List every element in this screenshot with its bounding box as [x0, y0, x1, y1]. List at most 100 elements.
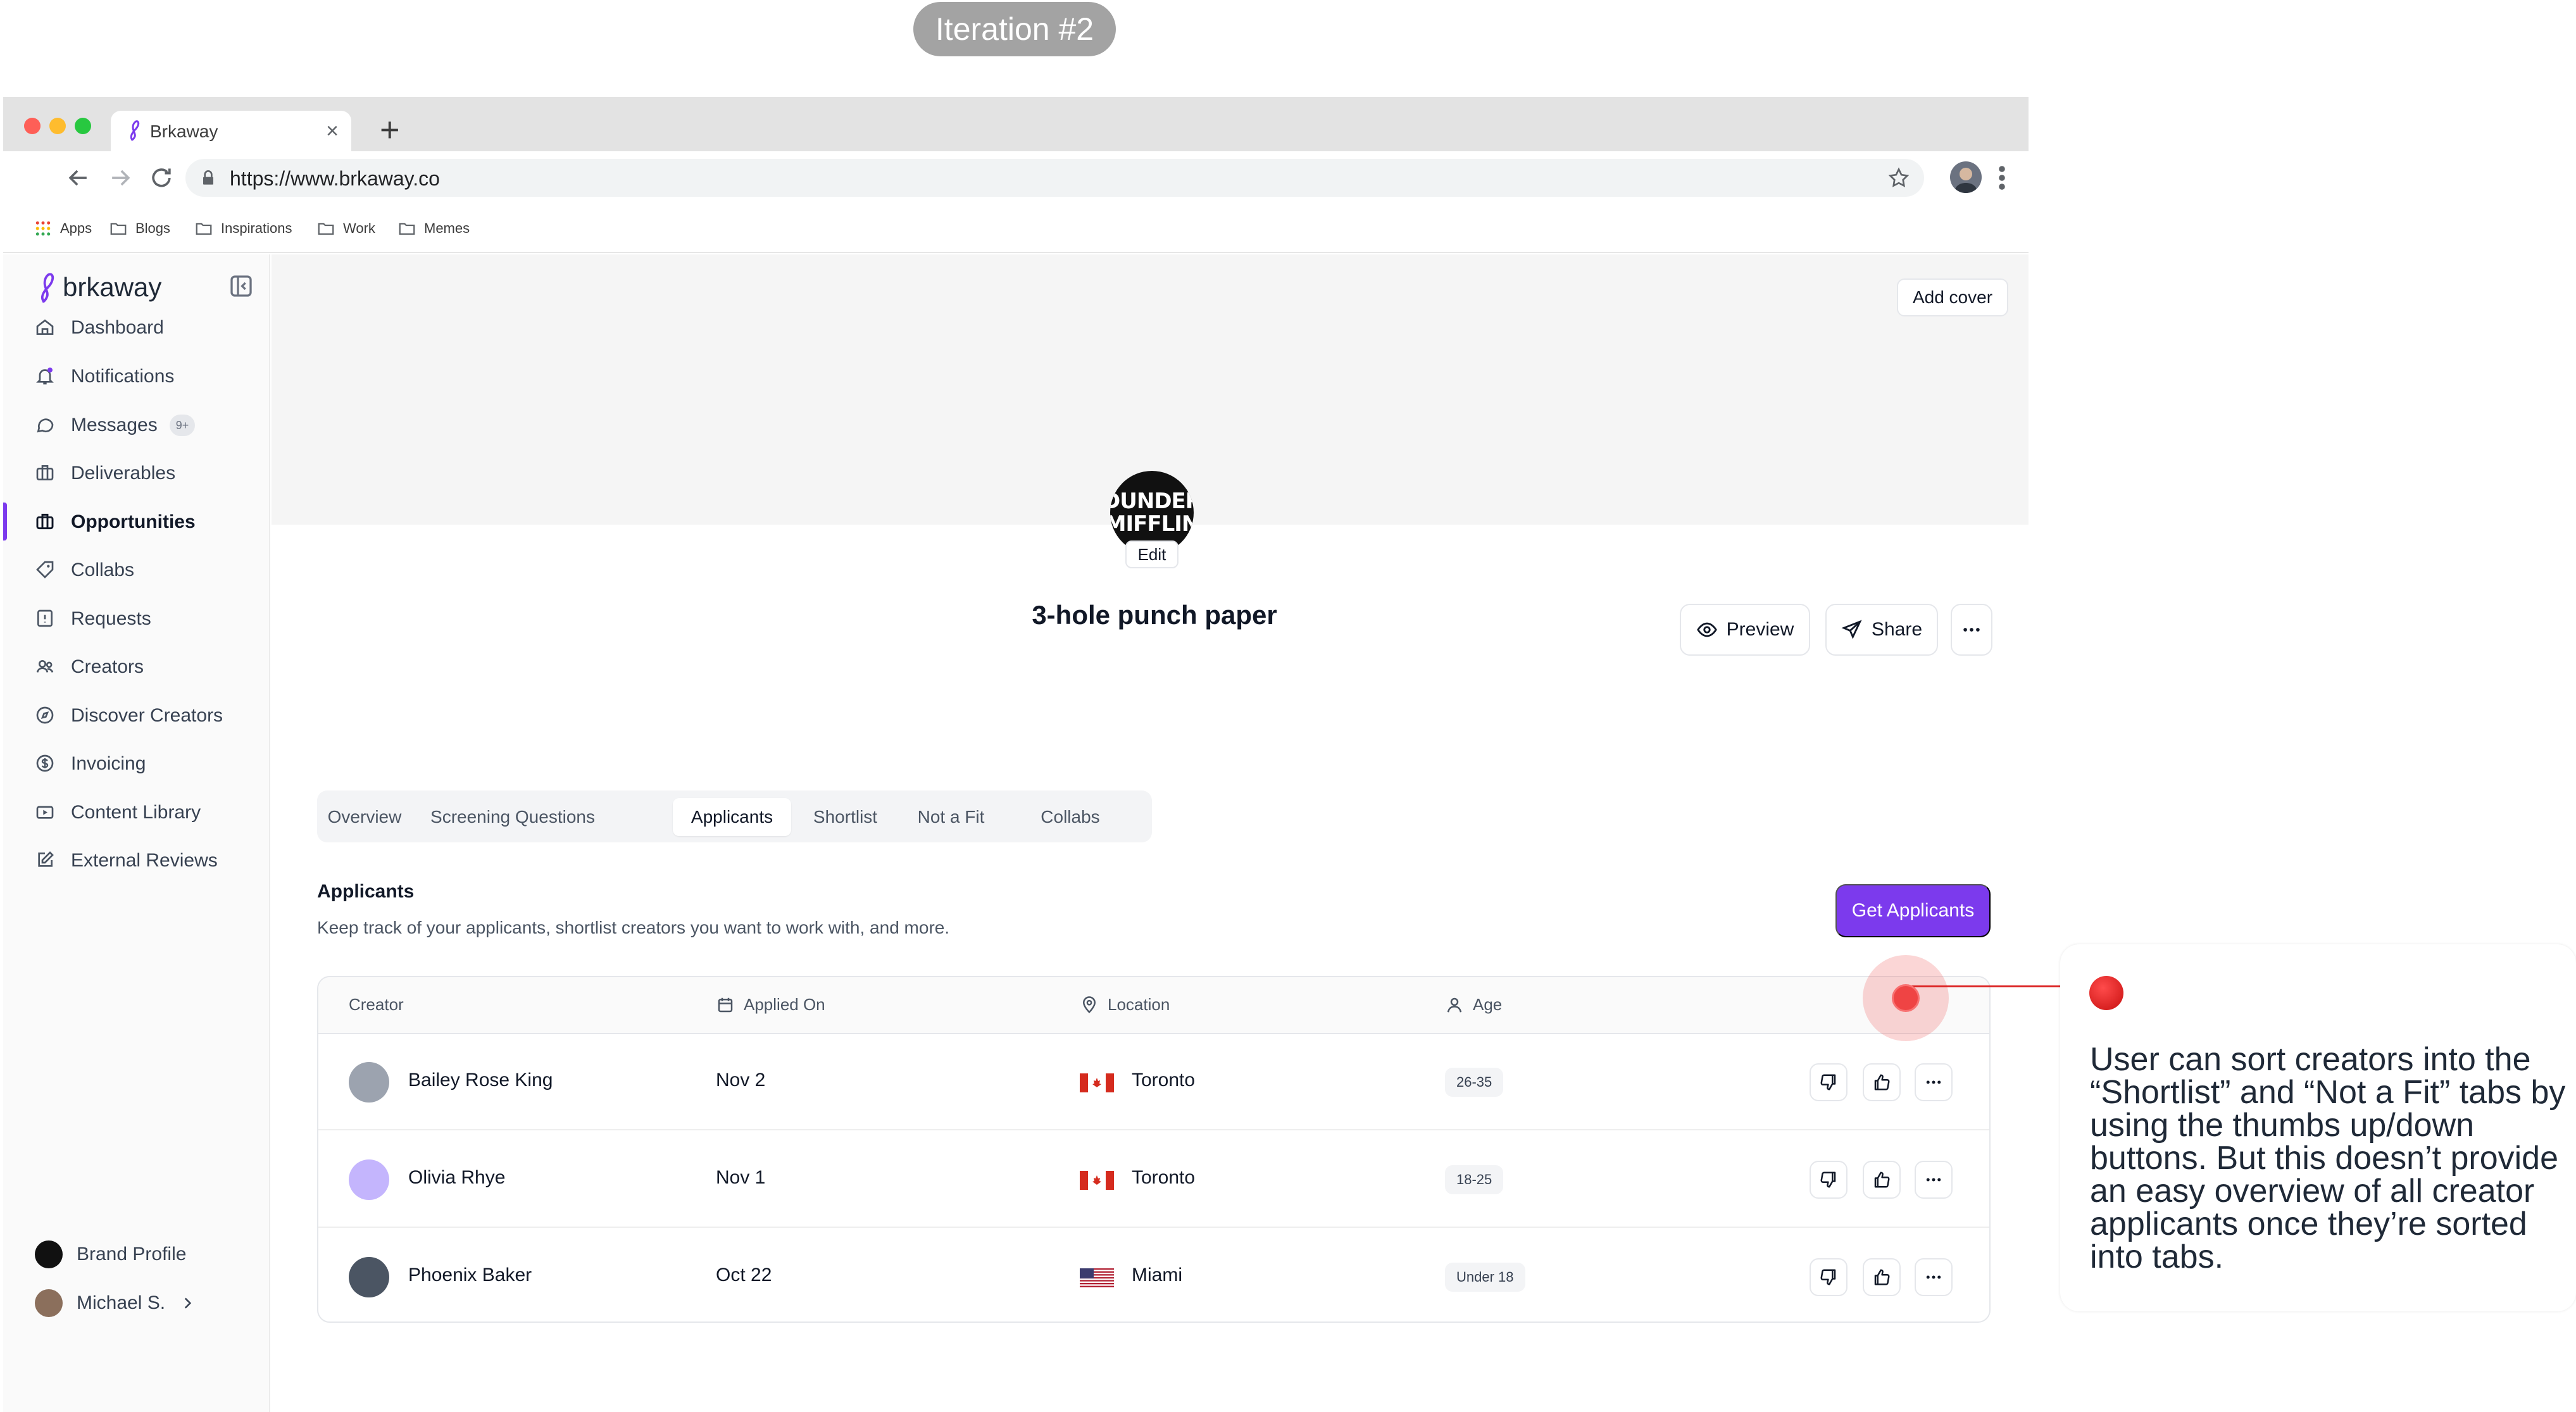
sidebar-item-deliverables[interactable]: Deliverables — [3, 454, 270, 492]
get-applicants-button[interactable]: Get Applicants — [1835, 884, 1991, 937]
forward-icon[interactable] — [106, 164, 134, 192]
address-bar[interactable]: https://www.brkaway.co — [185, 159, 1924, 197]
compass-icon — [36, 706, 54, 724]
thumbs-up-icon — [1874, 1269, 1890, 1285]
thumbs-up-icon — [1874, 1074, 1890, 1090]
tab-collabs[interactable]: Collabs — [1026, 798, 1115, 836]
canada-flag-icon — [1080, 1171, 1114, 1190]
brand-logo[interactable]: brkaway — [36, 271, 161, 304]
maximize-window-button[interactable] — [75, 118, 91, 134]
age-badge: Under 18 — [1445, 1263, 1525, 1292]
preview-button[interactable]: Preview — [1680, 604, 1810, 656]
sidebar-item-creators[interactable]: Creators — [3, 647, 270, 685]
thumbs-down-button[interactable] — [1810, 1258, 1848, 1296]
location: Toronto — [1132, 1167, 1196, 1188]
briefcase-icon — [36, 465, 54, 480]
bookmark-inspirations[interactable]: Inspirations — [194, 217, 292, 240]
users-icon — [36, 660, 54, 673]
tab-shortlist[interactable]: Shortlist — [803, 798, 888, 836]
more-horizontal-icon — [1963, 628, 1980, 632]
calendar-icon — [718, 997, 733, 1012]
browser-toolbar: https://www.brkaway.co — [3, 151, 2029, 204]
share-label: Share — [1871, 619, 1923, 640]
tab-screening-questions[interactable]: Screening Questions — [415, 798, 611, 836]
creator-name: Olivia Rhye — [408, 1167, 506, 1188]
table-row[interactable]: Olivia Rhye Nov 1 Toronto 18-25 — [318, 1132, 1989, 1228]
tab-close-icon[interactable]: × — [326, 118, 339, 144]
user-menu[interactable]: Michael S. — [35, 1289, 196, 1317]
browser-titlebar: Brkaway × + — [3, 97, 2029, 151]
row-more-button[interactable] — [1915, 1063, 1953, 1101]
minimize-window-button[interactable] — [49, 118, 66, 134]
column-label: Creator — [349, 995, 404, 1014]
tab-applicants[interactable]: Applicants — [673, 798, 791, 836]
tab-overview[interactable]: Overview — [326, 798, 403, 836]
sidebar-item-dashboard[interactable]: Dashboard — [3, 308, 270, 346]
brand-profile-link[interactable]: Brand Profile — [35, 1240, 186, 1268]
sidebar-item-requests[interactable]: Requests — [3, 599, 270, 637]
browser-profile-avatar[interactable] — [1950, 161, 1982, 193]
sidebar-item-external-reviews[interactable]: External Reviews — [3, 841, 270, 879]
row-more-button[interactable] — [1915, 1258, 1953, 1296]
opportunity-title: 3-hole punch paper — [1032, 600, 1277, 630]
thumbs-up-button[interactable] — [1863, 1161, 1901, 1199]
dollar-icon — [36, 754, 54, 772]
column-location: Location — [1080, 995, 1170, 1015]
column-label: Applied On — [744, 995, 825, 1014]
edit-logo-button[interactable]: Edit — [1125, 540, 1179, 568]
close-window-button[interactable] — [24, 118, 41, 134]
message-icon — [37, 418, 54, 433]
browser-tab[interactable]: Brkaway × — [111, 111, 351, 151]
back-icon[interactable] — [65, 164, 92, 192]
browser-menu-icon[interactable] — [1994, 163, 2010, 193]
bookmark-apps[interactable]: Apps — [34, 217, 92, 240]
table-row[interactable]: Bailey Rose King Nov 2 Toronto 26-35 — [318, 1034, 1989, 1130]
creator-name: Phoenix Baker — [408, 1265, 532, 1285]
avatar — [349, 1257, 389, 1297]
bookmark-memes[interactable]: Memes — [397, 217, 470, 240]
sidebar-item-label: Discover Creators — [71, 705, 223, 726]
eye-icon — [1696, 622, 1717, 637]
column-creator: Creator — [349, 995, 404, 1015]
thumbs-up-button[interactable] — [1863, 1258, 1901, 1296]
sidebar-item-messages[interactable]: Messages 9+ — [3, 406, 270, 444]
sidebar-item-collabs[interactable]: Collabs — [3, 551, 270, 589]
bookmark-blogs[interactable]: Blogs — [109, 217, 170, 240]
collapse-sidebar-icon[interactable] — [228, 273, 254, 299]
brkaway-logo-icon — [41, 273, 54, 303]
tab-not-a-fit[interactable]: Not a Fit — [902, 798, 1000, 836]
column-label: Location — [1108, 995, 1170, 1014]
bookmark-star-icon[interactable] — [1887, 166, 1910, 189]
new-tab-button[interactable]: + — [380, 111, 400, 149]
annotation-text: User can sort creators into the “Shortli… — [2090, 1041, 2566, 1275]
bookmark-label: Apps — [60, 220, 92, 236]
sidebar-item-notifications[interactable]: Notifications — [3, 357, 270, 395]
bookmark-label: Blogs — [135, 220, 171, 236]
thumbs-down-button[interactable] — [1810, 1063, 1848, 1101]
sidebar-item-label: External Reviews — [71, 850, 218, 871]
bookmarks-bar: Apps Blogs Inspirations Work Memes — [3, 204, 2029, 253]
briefcase-icon — [36, 513, 54, 530]
share-button[interactable]: Share — [1825, 604, 1938, 656]
more-options-button[interactable] — [1951, 604, 1992, 656]
table-row[interactable]: Phoenix Baker Oct 22 Miami Under 18 — [318, 1229, 1989, 1321]
thumbs-down-button[interactable] — [1810, 1161, 1848, 1199]
sidebar-item-discover-creators[interactable]: Discover Creators — [3, 696, 270, 734]
canada-flag-icon — [1080, 1073, 1114, 1092]
lock-icon — [203, 170, 213, 185]
edit-icon — [38, 851, 54, 867]
folder-icon — [196, 223, 212, 235]
main-content: Add cover DUNDER MIFFLIN Edit 3-hole pun… — [272, 254, 2029, 1412]
applied-date: Oct 22 — [716, 1265, 772, 1285]
sidebar-item-invoicing[interactable]: Invoicing — [3, 744, 270, 782]
thumbs-up-button[interactable] — [1863, 1063, 1901, 1101]
row-more-button[interactable] — [1915, 1161, 1953, 1199]
reload-icon[interactable] — [147, 164, 175, 192]
bookmark-work[interactable]: Work — [316, 217, 375, 240]
send-icon — [1841, 620, 1862, 639]
add-cover-button[interactable]: Add cover — [1897, 278, 2008, 316]
sidebar-item-label: Invoicing — [71, 753, 146, 774]
section-title: Applicants — [317, 881, 415, 902]
sidebar-item-opportunities[interactable]: Opportunities — [3, 503, 270, 540]
sidebar-item-content-library[interactable]: Content Library — [3, 793, 270, 831]
